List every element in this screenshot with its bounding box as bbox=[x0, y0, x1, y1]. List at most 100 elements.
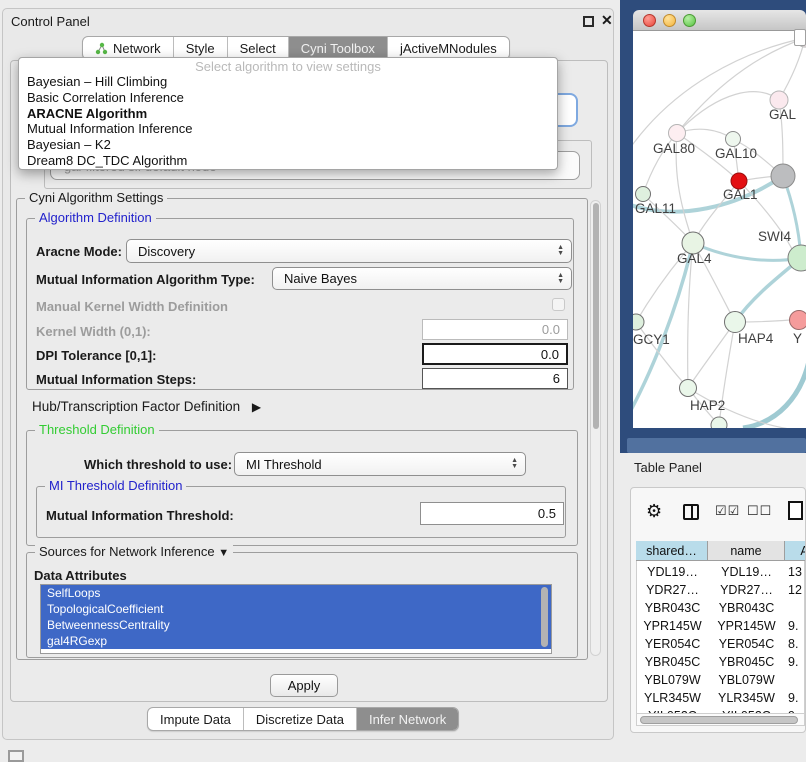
network-node[interactable] bbox=[633, 314, 644, 330]
aracne-mode-label: Aracne Mode: bbox=[36, 244, 122, 259]
table-row[interactable]: YLR345W YLR345W 9. bbox=[637, 689, 805, 707]
algorithm-dropdown-popup: Select algorithm to view settings Bayesi… bbox=[18, 57, 558, 170]
tab-select[interactable]: Select bbox=[228, 37, 289, 59]
node-label: GCY1 bbox=[633, 332, 670, 347]
tab-label: Impute Data bbox=[160, 712, 231, 727]
cyni-bottom-tabbar: Impute Data Discretize Data Infer Networ… bbox=[147, 707, 459, 731]
cell bbox=[785, 599, 805, 617]
which-threshold-combo[interactable]: MI Threshold ▲▼ bbox=[234, 452, 526, 476]
table-hscrollbar[interactable] bbox=[636, 713, 805, 726]
kernel-width-field[interactable]: 0.0 bbox=[422, 319, 568, 340]
tab-style[interactable]: Style bbox=[174, 37, 228, 59]
tab-label: Cyni Toolbox bbox=[301, 41, 375, 56]
column-header-name[interactable]: name bbox=[708, 541, 785, 561]
column-header-shared[interactable]: shared… bbox=[636, 541, 708, 561]
settings-scrollbar[interactable] bbox=[590, 200, 601, 656]
network-node[interactable] bbox=[726, 132, 741, 147]
attribute-item[interactable]: SelfLoops bbox=[41, 585, 551, 601]
minimize-button[interactable] bbox=[663, 14, 676, 27]
apply-button[interactable]: Apply bbox=[270, 674, 338, 697]
mi-steps-field[interactable]: 6 bbox=[422, 368, 568, 389]
collapsed-panel-stub[interactable] bbox=[8, 750, 24, 762]
close-icon[interactable]: ✕ bbox=[601, 12, 613, 29]
table-row[interactable]: YPR145W YPR145W 9. bbox=[637, 617, 805, 635]
network-node[interactable] bbox=[680, 380, 697, 397]
mi-algorithm-type-combo[interactable]: Naive Bayes ▲▼ bbox=[272, 267, 572, 290]
table-hscrollbar-thumb[interactable] bbox=[640, 716, 798, 724]
node-label: GAL1 bbox=[723, 187, 758, 202]
threshold-definition-title: Threshold Definition bbox=[35, 423, 159, 437]
select-all-checked-icon[interactable]: ☑☑ bbox=[715, 503, 740, 519]
dropdown-item[interactable]: Bayesian – K2 bbox=[19, 137, 557, 153]
collapse-arrow-icon[interactable]: ▼ bbox=[218, 547, 229, 559]
tab-label: Style bbox=[186, 41, 215, 56]
tab-jactivemnodules[interactable]: jActiveMNodules bbox=[388, 37, 509, 59]
dropdown-item-selected[interactable]: ARACNE Algorithm bbox=[19, 106, 557, 122]
node-label: GAL bbox=[769, 107, 797, 122]
table-row[interactable]: YDL19… YDL19… 13 bbox=[637, 563, 805, 581]
dropdown-item[interactable]: Mutual Information Inference bbox=[19, 121, 557, 137]
settings-gear-icon[interactable]: ⚙ bbox=[646, 502, 662, 520]
network-window-bottom-edge bbox=[627, 438, 806, 453]
network-node[interactable] bbox=[711, 417, 727, 428]
attribute-item[interactable]: BetweennessCentrality bbox=[41, 617, 551, 633]
settings-scrollbar-thumb[interactable] bbox=[593, 203, 600, 429]
manual-kernel-width-checkbox[interactable] bbox=[552, 298, 565, 311]
network-node[interactable] bbox=[771, 164, 795, 188]
network-node[interactable] bbox=[790, 311, 806, 330]
cell bbox=[785, 671, 805, 689]
network-node[interactable] bbox=[636, 187, 651, 202]
which-threshold-value: MI Threshold bbox=[246, 457, 322, 472]
dpi-tolerance-field[interactable]: 0.0 bbox=[422, 343, 568, 365]
node-label: SWI4 bbox=[758, 229, 791, 244]
split-columns-icon[interactable] bbox=[683, 504, 699, 520]
tab-label: Select bbox=[240, 41, 276, 56]
zoom-button[interactable] bbox=[683, 14, 696, 27]
cell: YLR345W bbox=[637, 689, 708, 707]
cell: YBR043C bbox=[708, 599, 785, 617]
window-title: Control Panel bbox=[11, 14, 90, 29]
network-canvas[interactable]: GAL GAL80 GAL10 GAL1 GAL11 GAL4 SWI4 GCY… bbox=[633, 31, 806, 428]
cell: YBL079W bbox=[708, 671, 785, 689]
close-button[interactable] bbox=[643, 14, 656, 27]
table-row[interactable]: YBR045C YBR045C 9. bbox=[637, 653, 805, 671]
hub-definition-toggle[interactable]: Hub/Transcription Factor Definition ▶ bbox=[32, 399, 261, 414]
canvas-scrollbar-fragment[interactable] bbox=[794, 29, 806, 46]
tab-impute-data[interactable]: Impute Data bbox=[148, 708, 244, 730]
tab-network[interactable]: Network bbox=[83, 37, 174, 59]
tab-cyni-toolbox[interactable]: Cyni Toolbox bbox=[289, 37, 388, 59]
column-header-attr[interactable]: A bbox=[785, 541, 806, 561]
cell: 9. bbox=[785, 689, 805, 707]
cell: YER054C bbox=[708, 635, 785, 653]
table-row[interactable]: YBL079W YBL079W bbox=[637, 671, 805, 689]
cell: 8. bbox=[785, 635, 805, 653]
table-panel-title: Table Panel bbox=[634, 460, 702, 475]
mi-threshold-definition-title: MI Threshold Definition bbox=[45, 479, 186, 493]
attribute-item[interactable]: TopologicalCoefficient bbox=[41, 601, 551, 617]
tab-discretize-data[interactable]: Discretize Data bbox=[244, 708, 357, 730]
float-window-icon[interactable] bbox=[583, 16, 594, 27]
attribute-item[interactable]: gal4RGexp bbox=[41, 633, 551, 649]
sources-title-text: Sources for Network Inference bbox=[39, 544, 215, 559]
table-row[interactable]: YBR043C YBR043C bbox=[637, 599, 805, 617]
dropdown-placeholder: Select algorithm to view settings bbox=[19, 58, 557, 74]
dropdown-item[interactable]: Dream8 DC_TDC Algorithm bbox=[19, 153, 557, 169]
mi-threshold-field[interactable]: 0.5 bbox=[420, 502, 564, 525]
dropdown-item[interactable]: Bayesian – Hill Climbing bbox=[19, 74, 557, 90]
aracne-mode-combo[interactable]: Discovery ▲▼ bbox=[126, 239, 572, 263]
expand-arrow-icon: ▶ bbox=[252, 400, 261, 414]
network-view-window: GAL GAL80 GAL10 GAL1 GAL11 GAL4 SWI4 GCY… bbox=[633, 10, 806, 428]
network-node[interactable] bbox=[725, 312, 746, 333]
cell: 13 bbox=[785, 563, 805, 581]
new-document-icon[interactable] bbox=[788, 501, 803, 520]
attributes-scrollbar-thumb[interactable] bbox=[541, 587, 548, 647]
tab-infer-network[interactable]: Infer Network bbox=[357, 708, 458, 730]
dropdown-item[interactable]: Basic Correlation Inference bbox=[19, 90, 557, 106]
which-threshold-label: Which threshold to use: bbox=[84, 457, 232, 472]
network-node[interactable] bbox=[669, 125, 686, 142]
sources-title: Sources for Network Inference ▼ bbox=[35, 545, 233, 560]
table-row[interactable]: YER054C YER054C 8. bbox=[637, 635, 805, 653]
select-none-unchecked-icon[interactable]: ☐☐ bbox=[747, 503, 772, 519]
table-row[interactable]: YDR27… YDR27… 12 bbox=[637, 581, 805, 599]
cell: YER054C bbox=[637, 635, 708, 653]
